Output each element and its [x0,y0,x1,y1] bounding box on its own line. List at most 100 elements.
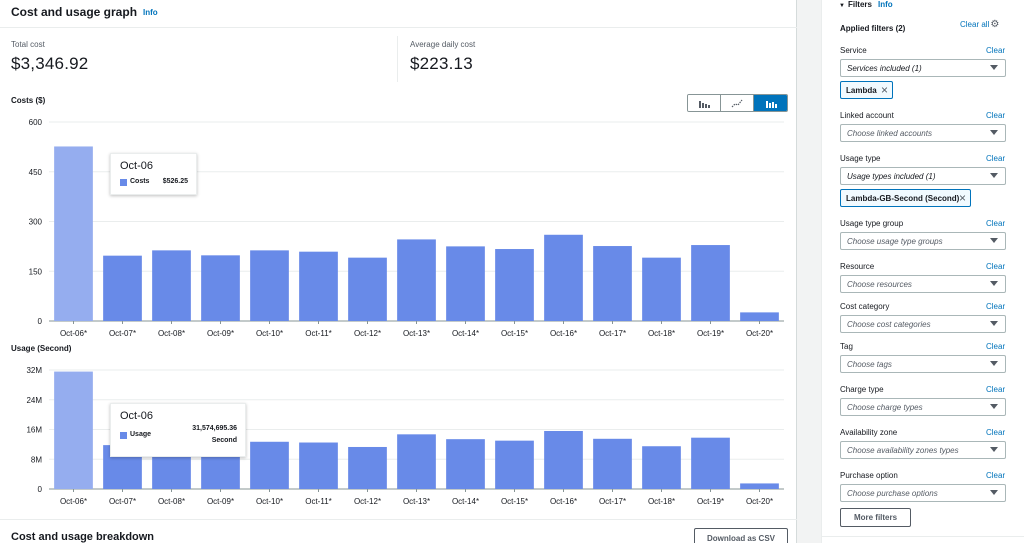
bar[interactable] [54,371,93,489]
x-tick-label: Oct-17* [599,497,626,506]
resource-placeholder: Choose resources [847,280,912,289]
caret-down-icon [990,238,998,243]
info-link[interactable]: Info [143,8,158,17]
download-csv-button[interactable]: Download as CSV [694,528,788,543]
service-label: Service [840,46,867,55]
page-title: Cost and usage graph Info [11,5,158,19]
x-tick-label: Oct-20* [746,329,773,338]
page-title-text: Cost and usage graph [11,5,138,19]
bar[interactable] [446,439,485,489]
bar[interactable] [299,251,338,321]
service-clear-link[interactable]: Clear [986,46,1005,55]
cost-bar-chart: Costs ($) 0 150 300 450 600 Oct-06* Oct-07* Oct-… [11,96,784,338]
charge-type-select[interactable]: Choose charge types [840,398,1006,416]
bar[interactable] [495,249,534,321]
caret-down-icon [990,321,998,326]
bar[interactable] [348,257,387,321]
cost-tooltip-swatch [120,179,127,186]
usage-tooltip-value: 31,574,695.36 [192,425,237,432]
bar[interactable] [397,239,436,321]
y-tick-label: 300 [29,218,43,227]
bar[interactable] [544,234,583,321]
bar[interactable] [691,437,730,489]
clear-all-text: Clear all [960,20,990,29]
linked-account-select[interactable]: Choose linked accounts [840,124,1006,142]
caret-down-icon [990,65,998,70]
bar[interactable] [544,430,583,489]
remove-token-icon[interactable]: × [881,83,888,97]
x-tick-label: Oct-19* [697,497,724,506]
bar[interactable] [642,257,681,321]
bar[interactable] [495,440,534,489]
bar[interactable] [593,438,632,489]
cost-tooltip-title: Oct-06 [120,160,154,172]
cost-tooltip-series: Costs [130,178,150,185]
y-tick-label: 0 [38,485,43,494]
x-tick-label: Oct-11* [305,497,332,506]
breakdown-title: Cost and usage breakdown [11,531,155,543]
cost-category-clear-link[interactable]: Clear [986,302,1005,311]
caret-down-icon [990,281,998,286]
usage-type-group-placeholder: Choose usage type groups [847,237,943,246]
x-tick-label: Oct-16* [550,329,577,338]
tag-placeholder: Choose tags [847,360,892,369]
cost-usage-main-panel: Cost and usage graph Info Total cost $3,3… [0,0,797,543]
charge-type-clear-link[interactable]: Clear [986,385,1005,394]
availability-zone-select[interactable]: Choose availability zones types [840,441,1006,459]
purchase-option-label: Purchase option [840,471,898,480]
bar[interactable] [348,446,387,489]
availability-zone-clear-link[interactable]: Clear [986,428,1005,437]
more-filters-button[interactable]: More filters [840,508,911,527]
bar[interactable] [740,483,779,489]
average-daily-cost-metric: Average daily cost $223.13 [410,40,475,74]
bar[interactable] [397,434,436,489]
service-select[interactable]: Services included (1) [840,59,1006,77]
bar[interactable] [103,255,142,321]
resource-clear-link[interactable]: Clear [986,262,1005,271]
bar[interactable] [642,446,681,489]
x-tick-label: Oct-08* [158,497,185,506]
filters-panel: ▼ Filters Info Applied filters (2) Clear a… [821,0,1024,543]
y-tick-label: 600 [29,118,43,127]
bar[interactable] [250,250,289,321]
caret-down-icon [990,404,998,409]
bar[interactable] [446,246,485,321]
bar[interactable] [201,255,240,321]
bar[interactable] [299,442,338,489]
usage-type-group-select[interactable]: Choose usage type groups [840,232,1006,250]
filters-header[interactable]: ▼ Filters Info [839,0,893,9]
y-tick-label: 32M [26,366,42,375]
usage-type-clear-link[interactable]: Clear [986,154,1005,163]
tag-select[interactable]: Choose tags [840,355,1006,373]
bar[interactable] [593,246,632,321]
x-tick-label: Oct-06* [60,329,87,338]
linked-account-clear-link[interactable]: Clear [986,111,1005,120]
bar[interactable] [740,312,779,321]
clear-all-link[interactable]: Clear all⚙ [960,19,999,30]
gear-icon[interactable]: ⚙ [990,19,999,30]
tag-clear-link[interactable]: Clear [986,342,1005,351]
purchase-option-clear-link[interactable]: Clear [986,471,1005,480]
usage-type-group-clear-link[interactable]: Clear [986,219,1005,228]
cost-category-placeholder: Choose cost categories [847,320,931,329]
charge-type-placeholder: Choose charge types [847,403,923,412]
filters-info-link[interactable]: Info [878,0,893,9]
purchase-option-select[interactable]: Choose purchase options [840,484,1006,502]
usage-type-select[interactable]: Usage types included (1) [840,167,1006,185]
bar[interactable] [250,441,289,489]
x-tick-label: Oct-13* [403,497,430,506]
x-tick-label: Oct-09* [207,329,234,338]
x-tick-label: Oct-19* [697,329,724,338]
resource-select[interactable]: Choose resources [840,275,1006,293]
filters-bottom-divider [822,536,1024,537]
bar[interactable] [54,146,93,321]
usage-type-token: Lambda-GB-Second (Second) × [840,189,971,207]
x-tick-label: Oct-18* [648,329,675,338]
remove-token-icon[interactable]: × [959,191,966,205]
y-tick-label: 16M [26,426,42,435]
cost-category-select[interactable]: Choose cost categories [840,315,1006,333]
caret-down-icon [990,173,998,178]
bar[interactable] [152,250,191,321]
cost-category-label: Cost category [840,302,890,311]
bar[interactable] [691,245,730,321]
